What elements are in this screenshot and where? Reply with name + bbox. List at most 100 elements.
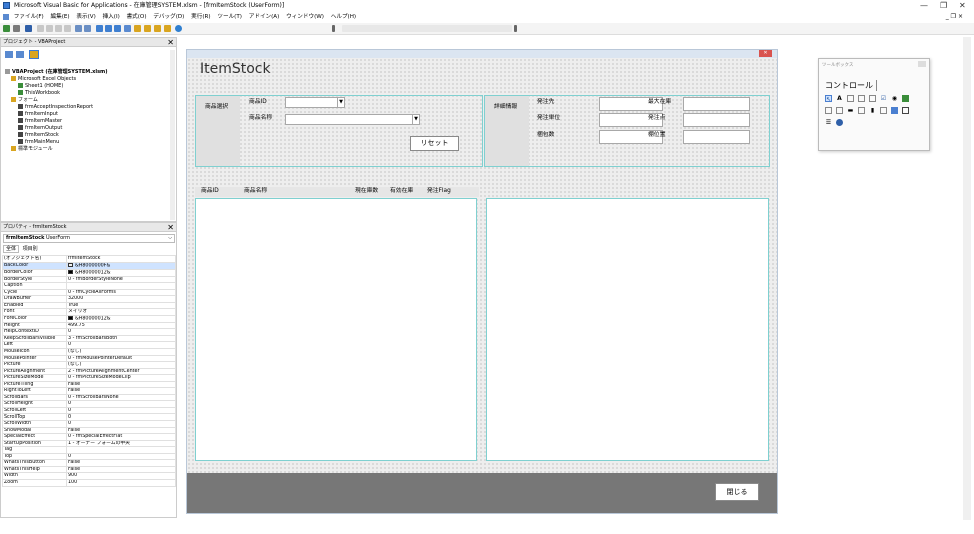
tree-form-itemmaster[interactable]: frmItemMaster: [18, 118, 62, 124]
object-browser-icon[interactable]: [154, 25, 161, 32]
menu-view[interactable]: 表示(V): [76, 12, 95, 22]
textbox-tool-icon[interactable]: [847, 95, 854, 102]
listbox-tool-icon[interactable]: [869, 95, 876, 102]
tab-categorized[interactable]: 項目別: [21, 246, 40, 252]
project-scrollbar[interactable]: [170, 50, 175, 220]
toolbox-tab-controls[interactable]: コントロール: [825, 80, 877, 91]
menu-debug[interactable]: デバッグ(D): [153, 12, 184, 22]
tabstrip-tool-icon[interactable]: ▬: [847, 107, 854, 114]
property-row[interactable]: BackColor &H8000000F&: [2, 261, 176, 270]
reset-icon[interactable]: [114, 25, 121, 32]
find-icon[interactable]: [64, 25, 71, 32]
tab-alphabetic[interactable]: 全体: [3, 245, 20, 253]
command-button-tool-icon[interactable]: [836, 107, 843, 114]
redo-icon[interactable]: [84, 25, 91, 32]
tree-sheet1[interactable]: Sheet1 (HOME): [18, 83, 63, 89]
max-stock-field[interactable]: [683, 97, 750, 111]
view-object-icon[interactable]: [16, 51, 24, 58]
tree-excel-objects[interactable]: Microsoft Excel Objects: [11, 76, 76, 82]
tree-form-iteminput[interactable]: frmItemInput: [18, 111, 58, 117]
designer-scrollbar[interactable]: [963, 37, 971, 520]
chevron-down-icon[interactable]: ▼: [412, 115, 419, 124]
mdi-window-controls[interactable]: _ ❐ ×: [946, 12, 963, 22]
combobox-tool-icon[interactable]: [858, 95, 865, 102]
insert-userform-icon[interactable]: [13, 25, 20, 32]
property-value[interactable]: &H80000012&: [66, 314, 176, 323]
detail-listbox[interactable]: [486, 198, 769, 461]
item-name-combobox[interactable]: ▼: [285, 114, 420, 125]
edit-toolbar[interactable]: [342, 25, 512, 32]
properties-window-icon[interactable]: [144, 25, 151, 32]
menu-edit[interactable]: 編集(E): [51, 12, 70, 22]
break-icon[interactable]: [105, 25, 112, 32]
object-selector[interactable]: frmItemStock UserForm ⌵: [3, 234, 175, 243]
stock-listbox[interactable]: [195, 198, 477, 461]
tree-form-accept[interactable]: frmAcceptInspectionReport: [18, 104, 93, 110]
excel-icon[interactable]: [3, 25, 10, 32]
menu-file[interactable]: ファイル(F): [14, 12, 44, 22]
toolbox-close-icon[interactable]: [918, 61, 926, 67]
tree-forms[interactable]: フォーム: [11, 97, 38, 103]
toggle-button-tool-icon[interactable]: [902, 95, 909, 102]
image-tool-icon[interactable]: [891, 107, 898, 114]
project-explorer-close-icon[interactable]: ✕: [167, 38, 174, 47]
chevron-down-icon[interactable]: ▼: [337, 98, 344, 107]
minimize-button[interactable]: —: [920, 0, 928, 11]
properties-close-icon[interactable]: ✕: [167, 223, 174, 232]
copy-icon[interactable]: [46, 25, 53, 32]
save-icon[interactable]: [25, 25, 32, 32]
paste-icon[interactable]: [55, 25, 62, 32]
run-icon[interactable]: [96, 25, 103, 32]
tree-form-itemoutput[interactable]: frmItemOutput: [18, 125, 62, 131]
select-objects-tool-icon[interactable]: ↖: [825, 95, 832, 103]
checkbox-tool-icon[interactable]: ☑: [880, 95, 887, 102]
property-value[interactable]: 100: [66, 478, 176, 487]
property-value[interactable]: &H8000000F&: [66, 261, 176, 270]
view-code-icon[interactable]: [5, 51, 13, 58]
item-id-combobox[interactable]: ▼: [285, 97, 345, 108]
tree-form-itemstock[interactable]: frmItemStock: [18, 132, 59, 138]
treeview-tool-icon[interactable]: ☰: [825, 119, 832, 126]
toggle-folders-icon[interactable]: [29, 50, 39, 59]
excel-view-icon[interactable]: [3, 13, 9, 20]
tree-thisworkbook[interactable]: ThisWorkbook: [18, 90, 60, 96]
menu-addins[interactable]: アドイン(A): [249, 12, 280, 22]
menu-help[interactable]: ヘルプ(H): [331, 12, 356, 22]
menu-run[interactable]: 実行(R): [191, 12, 210, 22]
toolbar-grip-icon-2[interactable]: [514, 25, 517, 32]
close-button[interactable]: ✕: [959, 0, 966, 11]
property-row[interactable]: Zoom 100: [2, 478, 176, 487]
design-mode-icon[interactable]: [124, 25, 131, 32]
tree-modules[interactable]: 標準モジュール: [11, 146, 53, 152]
project-explorer-icon[interactable]: [134, 25, 141, 32]
property-row[interactable]: BorderColor &H80000012&: [2, 268, 176, 277]
toolbox-icon[interactable]: [164, 25, 171, 32]
help-icon[interactable]: [175, 25, 182, 32]
undo-icon[interactable]: [75, 25, 82, 32]
reorder-point-field[interactable]: [683, 113, 750, 127]
menu-insert[interactable]: 挿入(I): [103, 12, 120, 22]
reset-button[interactable]: リセット: [410, 136, 459, 151]
maximize-button[interactable]: ❐: [940, 0, 947, 11]
form-close-icon[interactable]: ✕: [759, 50, 772, 57]
cut-icon[interactable]: [37, 25, 44, 32]
option-button-tool-icon[interactable]: ◉: [891, 95, 898, 102]
menu-window[interactable]: ウィンドウ(W): [286, 12, 324, 22]
tree-form-mainmenu[interactable]: frmMainMenu: [18, 139, 59, 145]
menu-tools[interactable]: ツール(T): [217, 12, 242, 22]
menu-format[interactable]: 書式(O): [127, 12, 147, 22]
spinbutton-tool-icon[interactable]: [880, 107, 887, 114]
scrollbar-tool-icon[interactable]: ▮: [869, 107, 876, 114]
refedit-tool-icon[interactable]: [902, 107, 909, 114]
calendar-tool-icon[interactable]: [836, 119, 843, 126]
tree-vbaproject[interactable]: VBAProject (在庫管理SYSTEM.xlsm): [5, 69, 108, 75]
label-tool-icon[interactable]: A: [836, 95, 843, 102]
property-value[interactable]: &H80000012&: [66, 268, 176, 277]
frame-tool-icon[interactable]: [825, 107, 832, 114]
property-row[interactable]: ForeColor &H80000012&: [2, 314, 176, 323]
userform-itemstock[interactable]: ✕ ItemStock 商品選択 商品ID ▼ 商品名称 ▼ リセット 詳細情報…: [186, 49, 778, 514]
multipage-tool-icon[interactable]: [858, 107, 865, 114]
close-form-button[interactable]: 閉じる: [715, 483, 759, 501]
toolbar-grip-icon[interactable]: [332, 25, 335, 32]
shelf-location-field[interactable]: [683, 130, 750, 144]
